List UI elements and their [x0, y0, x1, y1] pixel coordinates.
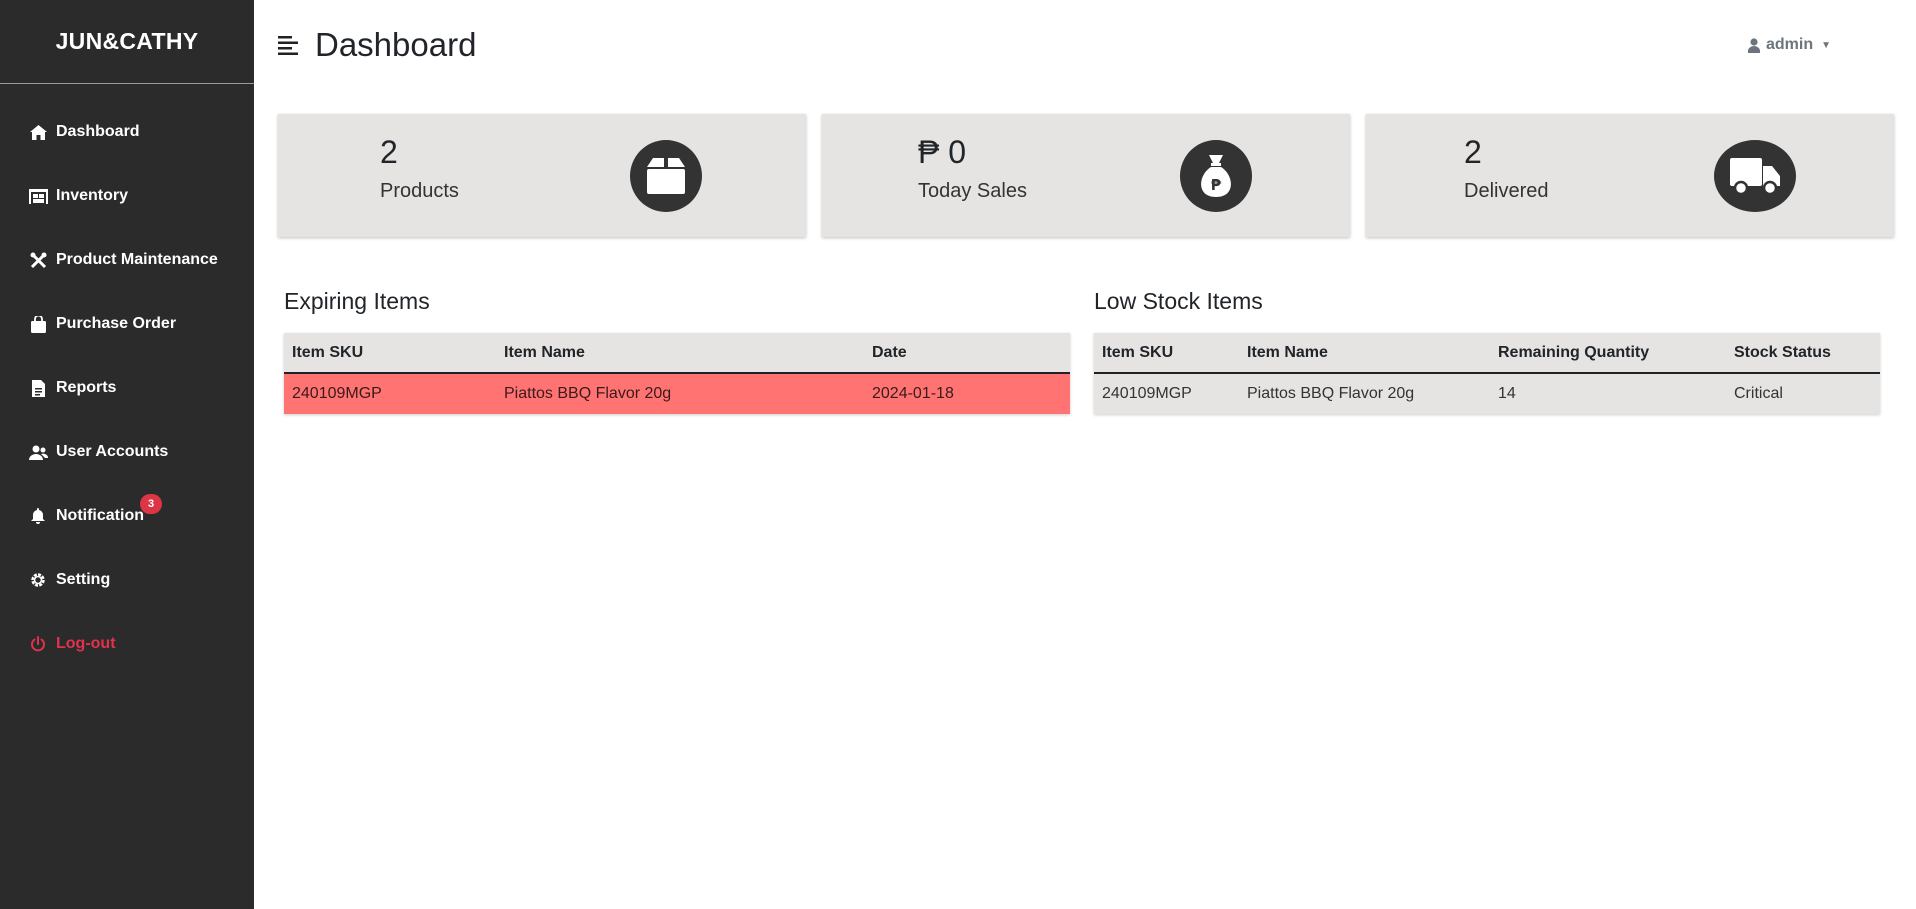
card-value: 2 — [1464, 134, 1482, 170]
expiring-items-table: Item SKU Item Name Date 240109MGP Piatto… — [284, 333, 1070, 414]
sidebar-item-inventory[interactable]: Inventory — [0, 164, 254, 228]
sidebar-item-user-accounts[interactable]: User Accounts — [0, 420, 254, 484]
summary-cards: 2 Products ₱ 0 Today Sales ₱ 2 Delivered — [278, 114, 1894, 237]
sidebar-item-logout[interactable]: Log-out — [0, 612, 254, 676]
table-row[interactable]: 240109MGP Piattos BBQ Flavor 20g 14 Crit… — [1094, 373, 1880, 414]
table-cell: Piattos BBQ Flavor 20g — [496, 373, 864, 414]
today-sales-card: ₱ 0 Today Sales ₱ — [822, 114, 1350, 237]
column-header: Item Name — [496, 333, 864, 374]
user-icon — [1748, 37, 1760, 53]
brand-logo[interactable]: JUN&CATHY — [0, 0, 254, 84]
table-cell: Critical — [1734, 385, 1783, 402]
power-icon — [28, 635, 48, 653]
sidebar-item-label: Log-out — [56, 635, 116, 652]
main-content: Dashboard admin ▼ 2 Products ₱ 0 Today S… — [254, 0, 1916, 909]
topbar: Dashboard admin ▼ — [254, 0, 1916, 94]
column-header: Item Name — [1239, 333, 1490, 374]
expiring-items-title: Expiring Items — [284, 288, 430, 314]
column-header: Stock Status — [1726, 333, 1880, 374]
caret-down-icon: ▼ — [1821, 39, 1832, 51]
table-header-row: Item SKU Item Name Remaining Quantity St… — [1094, 333, 1880, 374]
sidebar-item-label: Dashboard — [56, 123, 140, 140]
sidebar-item-label: Notification — [56, 507, 144, 524]
sidebar-item-label: User Accounts — [56, 443, 169, 460]
sidebar-nav: Dashboard Inventory Product Maintenance … — [0, 84, 254, 676]
money-bag-icon: ₱ — [1180, 140, 1252, 212]
table-cell: 2024-01-18 — [864, 373, 1070, 414]
card-label: Today Sales — [918, 180, 1027, 202]
menu-toggle-icon[interactable] — [278, 36, 302, 58]
card-value: 2 — [380, 134, 398, 170]
notification-count-badge: 3 — [140, 494, 162, 514]
sidebar-item-label: Reports — [56, 379, 117, 396]
home-icon — [28, 123, 48, 141]
table-cell: 240109MGP — [284, 373, 496, 414]
column-header: Remaining Quantity — [1490, 333, 1726, 374]
truck-icon — [1714, 140, 1796, 212]
products-card: 2 Products — [278, 114, 806, 237]
column-header: Date — [864, 333, 1070, 374]
low-stock-items-table: Item SKU Item Name Remaining Quantity St… — [1094, 333, 1880, 414]
sidebar-item-notification[interactable]: Notification 3 — [0, 484, 254, 548]
box-icon — [630, 140, 702, 212]
sidebar-item-setting[interactable]: Setting — [0, 548, 254, 612]
tools-icon — [28, 251, 48, 269]
table-cell: 14 — [1498, 385, 1516, 402]
delivered-card: 2 Delivered — [1366, 114, 1894, 237]
sidebar-item-label: Inventory — [56, 187, 129, 204]
sidebar-item-product-maintenance[interactable]: Product Maintenance — [0, 228, 254, 292]
warehouse-icon — [28, 187, 48, 205]
table-cell: Piattos BBQ Flavor 20g — [1247, 385, 1415, 402]
gear-icon — [28, 571, 48, 589]
sidebar-item-purchase-order[interactable]: Purchase Order — [0, 292, 254, 356]
sidebar-item-label: Setting — [56, 571, 111, 588]
file-icon — [28, 379, 48, 397]
low-stock-items-title: Low Stock Items — [1094, 288, 1263, 314]
sidebar-item-label: Purchase Order — [56, 315, 177, 332]
svg-text:₱: ₱ — [1211, 176, 1222, 194]
sidebar-item-label: Product Maintenance — [56, 251, 218, 268]
sidebar-item-dashboard[interactable]: Dashboard — [0, 100, 254, 164]
sidebar: JUN&CATHY Dashboard Inventory Product Ma… — [0, 0, 254, 909]
column-header: Item SKU — [1094, 333, 1239, 374]
table-header-row: Item SKU Item Name Date — [284, 333, 1070, 374]
page-title: Dashboard — [315, 26, 477, 63]
user-menu-dropdown[interactable]: admin ▼ — [1748, 36, 1831, 54]
sidebar-item-reports[interactable]: Reports — [0, 356, 254, 420]
table-row[interactable]: 240109MGP Piattos BBQ Flavor 20g 2024-01… — [284, 373, 1070, 414]
column-header: Item SKU — [284, 333, 496, 374]
users-icon — [28, 443, 48, 461]
table-cell: 240109MGP — [1102, 385, 1192, 402]
shopping-bag-icon — [28, 315, 48, 333]
card-value: ₱ 0 — [918, 134, 967, 170]
card-label: Delivered — [1464, 180, 1549, 202]
card-label: Products — [380, 180, 459, 202]
user-name: admin — [1766, 36, 1814, 53]
bell-icon — [28, 507, 48, 525]
